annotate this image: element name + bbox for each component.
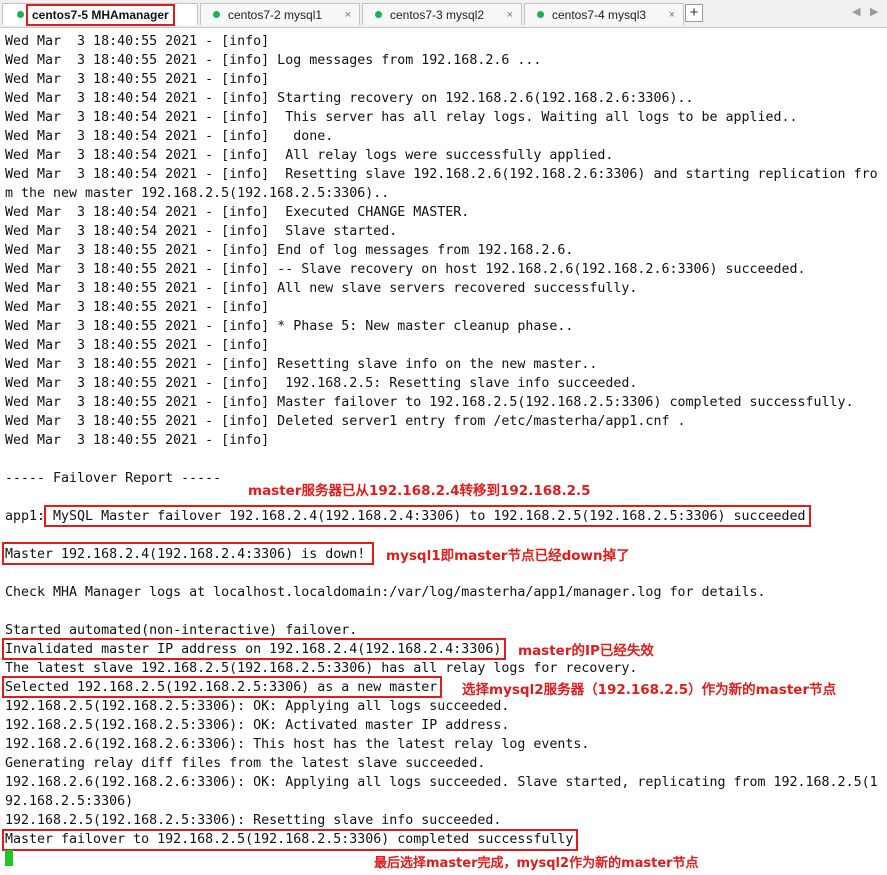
scroll-left-icon[interactable]: ◀ [852, 5, 860, 18]
terminal-line: Wed Mar 3 18:40:54 2021 - [info] This se… [5, 110, 798, 125]
terminal-line: Wed Mar 3 18:40:55 2021 - [info] Resetti… [5, 357, 598, 372]
status-dot-icon [213, 11, 220, 18]
terminal-line: 192.168.2.5(192.168.2.5:3306): Resetting… [5, 813, 502, 828]
terminal-line: Wed Mar 3 18:40:55 2021 - [info] [5, 338, 270, 353]
highlight-failover-complete [2, 829, 578, 851]
terminal-line: Wed Mar 3 18:40:55 2021 - [info] Log mes… [5, 53, 542, 68]
terminal-line: Wed Mar 3 18:40:55 2021 - [info] All new… [5, 281, 638, 296]
status-dot-icon [375, 11, 382, 18]
tab-label: centos7-3 mysql2 [390, 7, 485, 22]
close-icon[interactable]: × [507, 9, 513, 21]
terminal-line: Wed Mar 3 18:40:55 2021 - [info] [5, 34, 270, 49]
status-dot-icon [537, 11, 544, 18]
tab-bar: centos7-5 MHAmanager centos7-2 mysql1 × … [0, 0, 887, 28]
terminal-line: Check MHA Manager logs at localhost.loca… [5, 585, 766, 600]
terminal-cursor [5, 850, 13, 866]
terminal-line: Wed Mar 3 18:40:55 2021 - [info] Deleted… [5, 414, 686, 429]
highlight-invalidated-ip [2, 638, 506, 660]
terminal-line: Wed Mar 3 18:40:55 2021 - [info] * Phase… [5, 319, 574, 334]
terminal-line: m the new master 192.168.2.5(192.168.2.5… [5, 186, 390, 201]
tab-label: centos7-2 mysql1 [228, 7, 323, 22]
annotation-final: 最后选择master完成，mysql2作为新的master节点 [374, 856, 699, 871]
terminal-line: Wed Mar 3 18:40:54 2021 - [info] Resetti… [5, 167, 878, 182]
terminal-line: Wed Mar 3 18:40:54 2021 - [info] Slave s… [5, 224, 398, 239]
terminal-line: Wed Mar 3 18:40:55 2021 - [info] End of … [5, 243, 574, 258]
terminal-line: Wed Mar 3 18:40:55 2021 - [info] [5, 433, 270, 448]
annotation-select-mysql2: 选择mysql2服务器（192.168.2.5）作为新的master节点 [462, 682, 837, 698]
terminal-line: 192.168.2.6(192.168.2.6:3306): This host… [5, 737, 590, 752]
terminal-line: Wed Mar 3 18:40:55 2021 - [info] [5, 72, 270, 87]
status-dot-icon [17, 11, 24, 18]
terminal-line: Wed Mar 3 18:40:54 2021 - [info] Execute… [5, 205, 470, 220]
tab-centos7-4-mysql3[interactable]: centos7-4 mysql3 × [524, 3, 684, 25]
terminal-line: Wed Mar 3 18:40:55 2021 - [info] 192.168… [5, 376, 638, 391]
annotation-master-moved: master服务器已从192.168.2.4转移到192.168.2.5 [248, 483, 591, 499]
tab-label: centos7-5 MHAmanager [26, 3, 175, 26]
terminal-line: 192.168.2.6(192.168.2.6:3306): OK: Apply… [5, 775, 878, 790]
terminal-line: 192.168.2.5(192.168.2.5:3306): OK: Apply… [5, 699, 510, 714]
close-icon[interactable]: × [669, 9, 675, 21]
terminal-line: 92.168.2.5:3306) [5, 794, 134, 809]
terminal-line: 192.168.2.5(192.168.2.5:3306): OK: Activ… [5, 718, 510, 733]
tab-centos7-3-mysql2[interactable]: centos7-3 mysql2 × [362, 3, 522, 25]
highlight-failover-line [44, 505, 811, 527]
terminal-line: Wed Mar 3 18:40:55 2021 - [info] Master … [5, 395, 854, 410]
terminal-line: Wed Mar 3 18:40:54 2021 - [info] done. [5, 129, 334, 144]
tab-label: centos7-4 mysql3 [552, 7, 647, 22]
terminal-line: Generating relay diff files from the lat… [5, 756, 486, 771]
terminal-line: Wed Mar 3 18:40:54 2021 - [info] All rel… [5, 148, 614, 163]
add-tab-button[interactable]: + [685, 4, 703, 22]
tab-centos7-5-mhamanager[interactable]: centos7-5 MHAmanager [2, 3, 198, 26]
highlight-selected-master [2, 676, 442, 698]
scroll-right-icon[interactable]: ▶ [870, 5, 878, 18]
terminal-line: Wed Mar 3 18:40:55 2021 - [info] -- Slav… [5, 262, 806, 277]
terminal-line: Wed Mar 3 18:40:55 2021 - [info] [5, 300, 270, 315]
terminal-line: ----- Failover Report ----- [5, 471, 222, 486]
tab-centos7-2-mysql1[interactable]: centos7-2 mysql1 × [200, 3, 360, 25]
terminal-line: Wed Mar 3 18:40:54 2021 - [info] Startin… [5, 91, 694, 106]
highlight-master-down [2, 542, 374, 565]
close-icon[interactable]: × [345, 9, 351, 21]
annotation-ip-invalid: master的IP已经失效 [518, 643, 654, 659]
annotation-mysql1-down: mysql1即master节点已经down掉了 [386, 548, 630, 564]
